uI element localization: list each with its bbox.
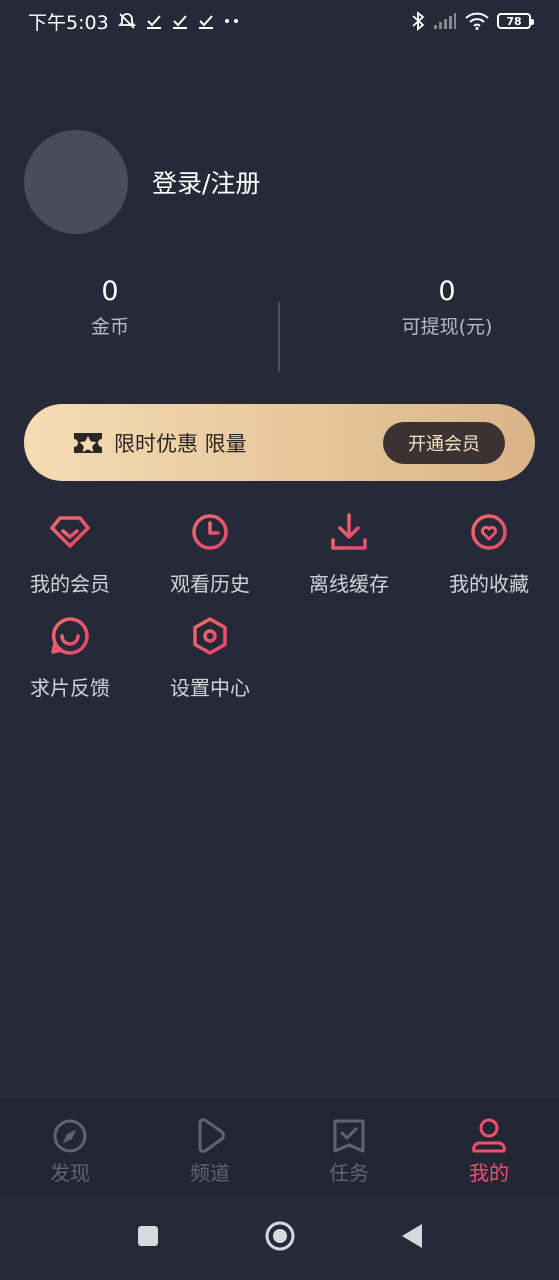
home-button[interactable] xyxy=(260,1218,300,1258)
tab-label: 发现 xyxy=(50,1161,90,1185)
vip-promo-banner[interactable]: 限时优惠 限量 开通会员 xyxy=(24,404,535,481)
bottom-tab-bar: 发现 频道 任务 我的 xyxy=(0,1096,559,1196)
avatar[interactable] xyxy=(24,130,128,234)
profile-header[interactable]: 登录/注册 xyxy=(24,130,260,234)
menu-item-history[interactable]: 观看历史 xyxy=(140,510,280,597)
menu-item-feedback[interactable]: 求片反馈 xyxy=(0,614,140,701)
menu-item-label: 离线缓存 xyxy=(309,572,389,596)
more-dots-icon xyxy=(223,16,241,26)
tab-label: 频道 xyxy=(190,1161,230,1185)
hexagon-settings-icon xyxy=(188,614,232,658)
download-done-icon xyxy=(197,12,215,30)
download-icon xyxy=(327,510,371,554)
menu-item-vip[interactable]: 我的会员 xyxy=(0,510,140,597)
stats-divider xyxy=(278,302,280,372)
compass-icon xyxy=(50,1117,90,1155)
signal-icon xyxy=(433,12,457,30)
wifi-icon xyxy=(465,12,489,30)
chat-smile-icon xyxy=(48,614,92,658)
heart-icon xyxy=(467,510,511,554)
download-done-icon xyxy=(145,12,163,30)
status-time: 下午5:03 xyxy=(28,11,109,34)
menu-item-label: 设置中心 xyxy=(170,676,250,700)
menu-item-favorites[interactable]: 我的收藏 xyxy=(419,510,559,597)
menu-item-label: 我的会员 xyxy=(30,572,110,596)
cash-label: 可提现(元) xyxy=(401,316,493,338)
vip-promo-text: 限时优惠 限量 xyxy=(114,431,247,456)
diamond-icon xyxy=(48,510,92,554)
ticket-star-icon xyxy=(72,430,104,456)
back-button[interactable] xyxy=(392,1218,432,1258)
coins-stat[interactable]: 0 金币 xyxy=(10,276,210,339)
coins-label: 金币 xyxy=(90,316,129,338)
cash-value: 0 xyxy=(438,276,456,307)
tab-discover[interactable]: 发现 xyxy=(0,1117,140,1186)
square-icon xyxy=(136,1224,160,1252)
play-icon xyxy=(190,1117,230,1155)
tab-channels[interactable]: 频道 xyxy=(140,1117,280,1186)
tab-label: 我的 xyxy=(469,1161,509,1185)
task-check-icon xyxy=(329,1117,369,1155)
menu-item-label: 我的收藏 xyxy=(449,572,529,596)
back-triangle-icon xyxy=(400,1222,424,1254)
download-done-icon xyxy=(171,12,189,30)
status-bar: 下午5:03 78 xyxy=(0,0,559,42)
menu-item-label: 求片反馈 xyxy=(30,676,110,700)
recent-apps-button[interactable] xyxy=(128,1218,168,1258)
battery-indicator: 78 xyxy=(497,13,534,29)
menu-item-offline-cache[interactable]: 离线缓存 xyxy=(279,510,419,597)
menu-item-settings[interactable]: 设置中心 xyxy=(140,614,280,701)
user-icon xyxy=(469,1117,509,1155)
tab-mine[interactable]: 我的 xyxy=(419,1117,559,1186)
open-vip-button[interactable]: 开通会员 xyxy=(383,421,505,464)
tab-tasks[interactable]: 任务 xyxy=(279,1117,419,1186)
menu-item-label: 观看历史 xyxy=(170,572,250,596)
coins-value: 0 xyxy=(101,276,119,307)
system-navigation-bar xyxy=(0,1196,559,1280)
bluetooth-icon xyxy=(411,11,425,31)
stats-row: 0 金币 0 可提现(元) xyxy=(0,276,559,372)
login-register-link[interactable]: 登录/注册 xyxy=(152,164,260,200)
mute-notification-icon xyxy=(117,11,137,31)
cash-stat[interactable]: 0 可提现(元) xyxy=(347,276,547,339)
home-circle-icon xyxy=(264,1220,296,1256)
clock-icon xyxy=(188,510,232,554)
tab-label: 任务 xyxy=(329,1161,369,1185)
